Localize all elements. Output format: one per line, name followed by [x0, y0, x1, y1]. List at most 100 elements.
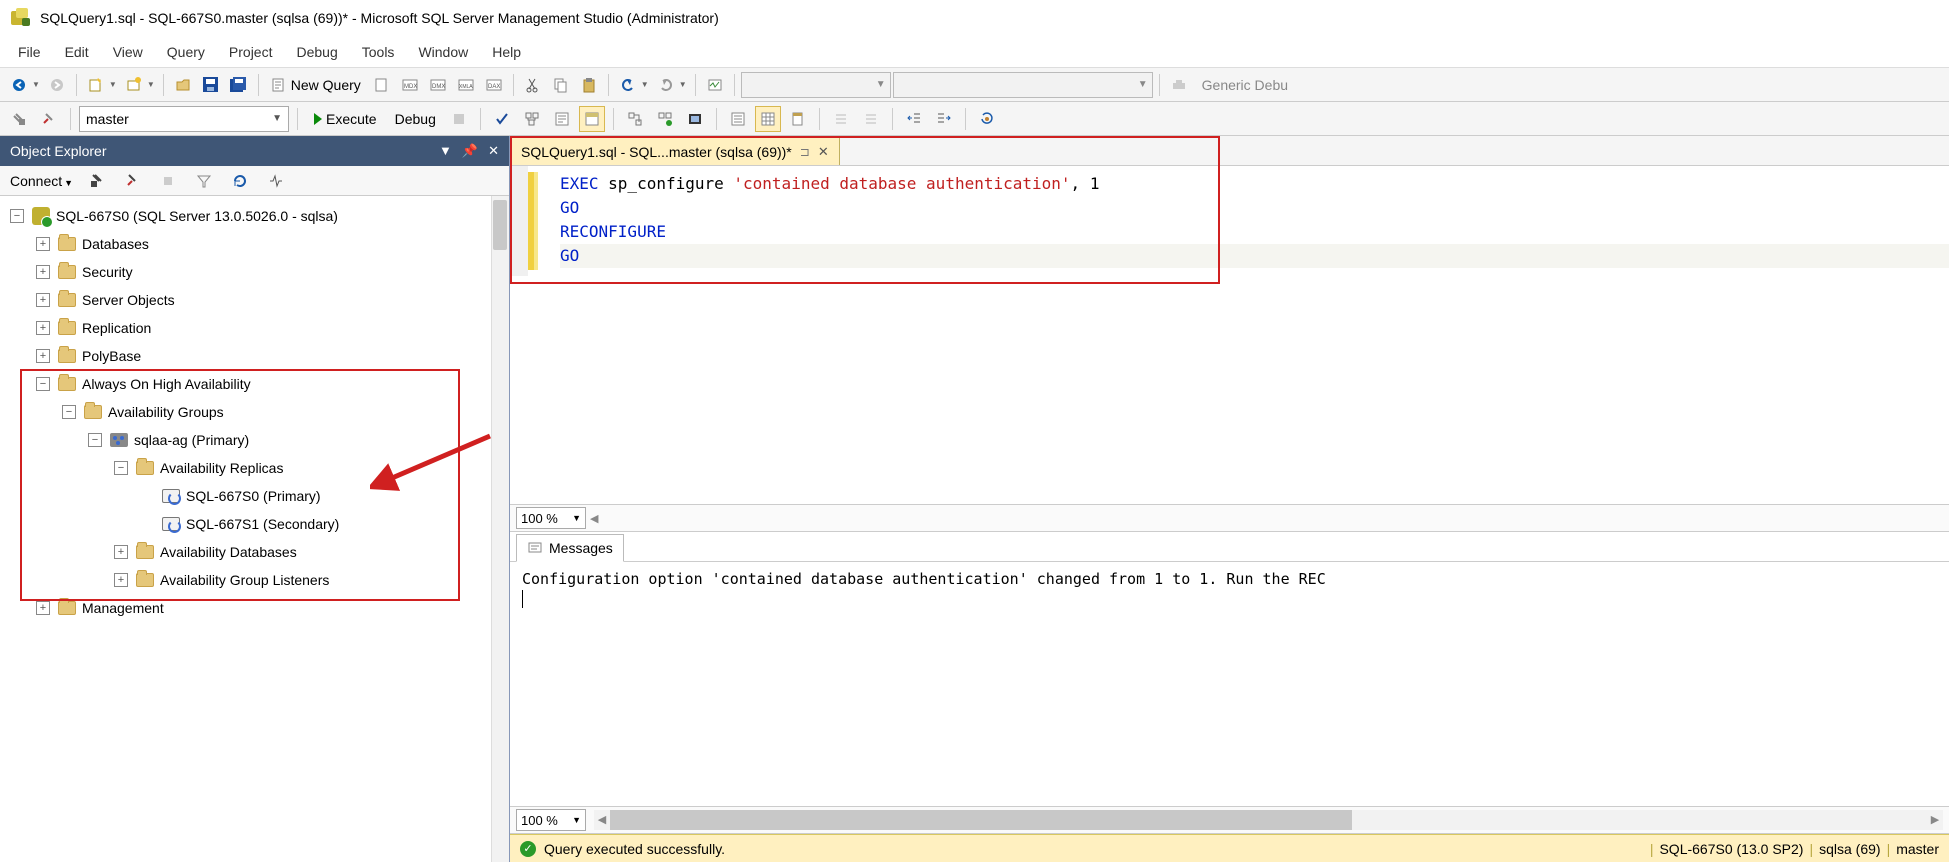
expand-icon[interactable]: + — [36, 349, 50, 363]
tree-ag-listeners[interactable]: +Availability Group Listeners — [6, 566, 509, 594]
tree-replication[interactable]: +Replication — [6, 314, 509, 342]
menu-window[interactable]: Window — [418, 44, 468, 60]
expand-icon[interactable]: + — [114, 545, 128, 559]
client-stats-icon[interactable] — [682, 106, 708, 132]
scrollbar[interactable] — [491, 196, 509, 862]
connection-icon[interactable] — [6, 106, 32, 132]
dmx-icon[interactable]: DMX — [425, 72, 451, 98]
query-options-icon[interactable] — [549, 106, 575, 132]
database-combo[interactable]: master ▼ — [79, 106, 289, 132]
xmla-icon[interactable]: XMLA — [453, 72, 479, 98]
dax-icon[interactable]: DAX — [481, 72, 507, 98]
activity-icon[interactable] — [263, 168, 289, 194]
messages-body[interactable]: Configuration option 'contained database… — [510, 562, 1949, 806]
actual-plan-icon[interactable] — [622, 106, 648, 132]
menu-debug[interactable]: Debug — [296, 44, 337, 60]
activity-monitor-icon[interactable] — [702, 72, 728, 98]
tree-always-on[interactable]: −Always On High Availability — [6, 370, 509, 398]
collapse-icon[interactable]: − — [10, 209, 24, 223]
comment-icon[interactable] — [828, 106, 854, 132]
document-tab[interactable]: SQLQuery1.sql - SQL...master (sqlsa (69)… — [510, 137, 840, 165]
open-icon[interactable] — [170, 72, 196, 98]
tree-polybase[interactable]: +PolyBase — [6, 342, 509, 370]
tree-server-node[interactable]: − SQL-667S0 (SQL Server 13.0.5026.0 - sq… — [6, 202, 509, 230]
save-all-icon[interactable] — [226, 72, 252, 98]
uncomment-icon[interactable] — [858, 106, 884, 132]
expand-icon[interactable]: + — [36, 321, 50, 335]
new-item-icon[interactable] — [83, 72, 109, 98]
menu-help[interactable]: Help — [492, 44, 521, 60]
messages-tab[interactable]: Messages — [516, 534, 624, 562]
script-icon[interactable] — [369, 72, 395, 98]
refresh-icon[interactable] — [227, 168, 253, 194]
connect-dropdown[interactable]: Connect▼ — [10, 173, 73, 189]
close-icon[interactable]: ✕ — [488, 143, 499, 159]
tree-databases[interactable]: +Databases — [6, 230, 509, 258]
tree-replicas[interactable]: −Availability Replicas — [6, 454, 509, 482]
save-icon[interactable] — [198, 72, 224, 98]
expand-icon[interactable]: + — [36, 265, 50, 279]
menu-view[interactable]: View — [113, 44, 143, 60]
tree-management[interactable]: +Management — [6, 594, 509, 622]
expand-icon[interactable]: + — [114, 573, 128, 587]
live-stats-icon[interactable] — [652, 106, 678, 132]
new-project-icon[interactable] — [121, 72, 147, 98]
object-explorer-tree[interactable]: − SQL-667S0 (SQL Server 13.0.5026.0 - sq… — [0, 196, 509, 862]
cut-icon[interactable] — [520, 72, 546, 98]
connect-icon[interactable] — [83, 168, 109, 194]
find-combo[interactable]: ▼ — [893, 72, 1153, 98]
nav-back-icon[interactable] — [6, 72, 32, 98]
tree-server-objects[interactable]: +Server Objects — [6, 286, 509, 314]
parse-icon[interactable] — [489, 106, 515, 132]
new-query-button[interactable]: New Query — [265, 77, 367, 93]
close-icon[interactable]: ✕ — [818, 144, 829, 160]
increase-indent-icon[interactable] — [931, 106, 957, 132]
tree-replica-primary[interactable]: SQL-667S0 (Primary) — [6, 482, 509, 510]
menu-file[interactable]: File — [18, 44, 41, 60]
tree-ag-instance[interactable]: −sqlaa-ag (Primary) — [6, 426, 509, 454]
undo-icon[interactable] — [615, 72, 641, 98]
collapse-icon[interactable]: − — [36, 377, 50, 391]
copy-icon[interactable] — [548, 72, 574, 98]
filter-icon[interactable] — [191, 168, 217, 194]
sql-editor[interactable]: EXEC sp_configure 'contained database au… — [510, 166, 1949, 276]
horizontal-scrollbar[interactable]: ◀ ▶ — [594, 810, 1943, 830]
nav-fwd-icon[interactable] — [44, 72, 70, 98]
collapse-icon[interactable]: − — [62, 405, 76, 419]
tree-security[interactable]: +Security — [6, 258, 509, 286]
decrease-indent-icon[interactable] — [901, 106, 927, 132]
expand-icon[interactable]: + — [36, 237, 50, 251]
pin-icon[interactable]: 📌 — [462, 143, 478, 159]
zoom-combo[interactable]: 100 %▼ — [516, 507, 586, 529]
menu-project[interactable]: Project — [229, 44, 273, 60]
menu-query[interactable]: Query — [167, 44, 205, 60]
mdx-icon[interactable]: MDX — [397, 72, 423, 98]
results-grid-icon[interactable] — [755, 106, 781, 132]
tree-availability-groups[interactable]: −Availability Groups — [6, 398, 509, 426]
paste-icon[interactable] — [576, 72, 602, 98]
estimated-plan-icon[interactable] — [519, 106, 545, 132]
dropdown-icon[interactable]: ▼ — [32, 80, 40, 89]
specify-values-icon[interactable] — [974, 106, 1000, 132]
menu-tools[interactable]: Tools — [362, 44, 395, 60]
results-text-icon[interactable] — [725, 106, 751, 132]
execute-button[interactable]: Execute — [306, 106, 385, 132]
tree-availability-databases[interactable]: +Availability Databases — [6, 538, 509, 566]
dropdown-icon[interactable]: ▼ — [439, 143, 452, 159]
pin-icon[interactable]: ⊐ — [800, 145, 810, 159]
solution-combo[interactable]: ▼ — [741, 72, 891, 98]
disconnect-icon[interactable] — [119, 168, 145, 194]
expand-icon[interactable]: + — [36, 293, 50, 307]
expand-icon[interactable]: + — [36, 601, 50, 615]
intellisense-icon[interactable] — [579, 106, 605, 132]
results-file-icon[interactable] — [785, 106, 811, 132]
collapse-icon[interactable]: − — [114, 461, 128, 475]
zoom-combo[interactable]: 100 %▼ — [516, 809, 586, 831]
change-connection-icon[interactable] — [36, 106, 62, 132]
scroll-left-icon[interactable]: ◀ — [590, 512, 598, 525]
collapse-icon[interactable]: − — [88, 433, 102, 447]
redo-icon[interactable] — [653, 72, 679, 98]
debug-button[interactable]: Debug — [389, 111, 442, 127]
tree-replica-secondary[interactable]: SQL-667S1 (Secondary) — [6, 510, 509, 538]
menu-edit[interactable]: Edit — [65, 44, 89, 60]
